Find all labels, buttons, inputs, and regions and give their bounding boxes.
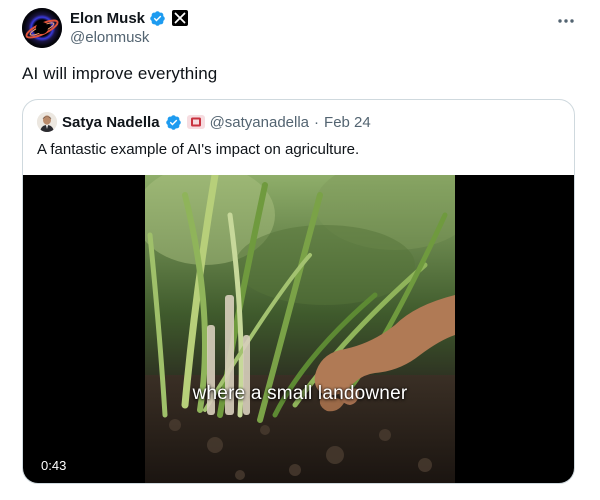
video-duration: 0:43 <box>35 456 73 475</box>
tweet-text: AI will improve everything <box>22 64 218 83</box>
quote-author-name[interactable]: Satya Nadella <box>62 114 160 131</box>
quote-date[interactable]: Feb 24 <box>324 114 371 131</box>
quote-avatar[interactable] <box>37 112 57 132</box>
verified-badge-icon <box>149 10 166 27</box>
separator-dot: · <box>314 113 320 131</box>
video-caption: where a small landowner <box>192 383 408 404</box>
video-player[interactable]: where a small landowner 0:43 <box>23 175 574 483</box>
author-avatar[interactable] <box>22 8 62 48</box>
quote-author-handle[interactable]: @satyanadella <box>210 114 309 131</box>
tweet: Elon Musk @elonmusk AI will improve ever… <box>0 0 600 500</box>
verified-badge-icon <box>165 114 182 131</box>
quoted-tweet[interactable]: Satya Nadella @satyanadella · Feb 24 A f… <box>22 99 575 484</box>
author-name[interactable]: Elon Musk <box>70 10 145 27</box>
x-logo-icon <box>172 10 189 26</box>
more-horizontal-icon <box>557 11 575 29</box>
quote-text: A fantastic example of AI's impact on ag… <box>37 141 360 158</box>
video-frame: where a small landowner <box>145 175 455 483</box>
author-name-row: Elon Musk <box>70 8 189 28</box>
author-handle[interactable]: @elonmusk <box>70 29 149 46</box>
more-button[interactable] <box>556 10 576 30</box>
microsoft-badge-icon <box>186 115 205 129</box>
quote-header: Satya Nadella @satyanadella · Feb 24 <box>37 112 371 132</box>
